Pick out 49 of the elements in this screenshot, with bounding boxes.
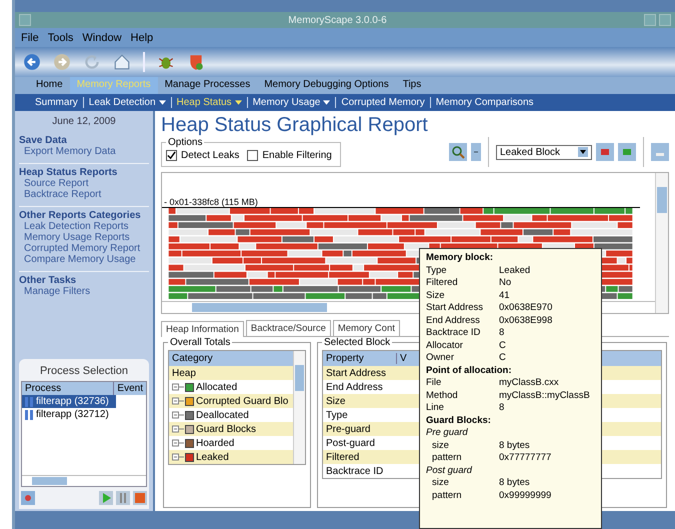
section-heading: Save Data [19,135,68,146]
tooltip-value: No [499,277,512,288]
tooltip-value: C [499,340,506,350]
tooltip-label: size [431,477,450,488]
tooltip-value: myClassB.cxx [499,377,559,388]
address-range-label: - 0x01-338fc8 (115 MB) [163,197,259,207]
tooltip-label: Allocator [426,340,464,350]
section-heading: Other Reports Categories [19,210,142,221]
tooltip-heading: Memory block: [426,252,494,263]
tooltip-label: pattern [431,490,463,500]
section-heading: Heap Status Reports [19,167,118,178]
group-label: Options [167,137,204,148]
tooltip-label: Type [426,264,448,276]
tooltip-label: pattern [431,452,463,463]
section-heading: Other Tasks [19,275,78,286]
tooltip-label: Start Address [426,302,484,313]
tooltip-value: Leaked [499,264,530,276]
tooltip-value: 8 [499,327,504,338]
date-label: June 12, 2009 [51,116,117,127]
checkbox-label: Enable Filtering [262,150,332,161]
tooltip-value: 0x0638E970 [499,302,552,313]
tooltip-label: Backtrace ID [426,327,482,338]
checkbox-label: Detect Leaks [181,150,240,161]
tooltip-value: 0x77777777 [499,452,552,463]
group-label: Overall Totals [169,337,232,348]
group-label: Selected Block [323,337,392,348]
panel-title: Process Selection [38,365,130,377]
tooltip-label: Owner [426,352,455,363]
tooltip-heading: Guard Blocks: [426,414,492,426]
tooltip-value: 41 [499,290,510,300]
tooltip-label: End Address [426,314,481,326]
tooltip-label: File [426,377,442,388]
report-title: Heap Status Graphical Report [161,114,429,137]
tooltip-label: Line [426,402,445,413]
tooltip-value: 0x0638E998 [499,314,552,326]
tooltip-value: myClassB::myClassB [499,390,590,400]
tooltip-value: 8 bytes [499,477,530,488]
tooltip-value: C [499,352,506,363]
window-title: MemoryScape 3.0.0-6 [287,14,388,26]
tooltip-value: 0x99999999 [499,490,552,500]
tooltip-label: Size [426,290,446,300]
tooltip-label: size [431,440,450,450]
tooltip-label: Method [426,390,459,400]
tooltip-value: 8 bytes [499,440,530,450]
tooltip-value: 8 [499,402,504,413]
tooltip-heading: Post guard [426,464,474,476]
tooltip-label: Filtered [426,277,459,288]
tooltip-heading: Point of allocation: [426,364,512,376]
tooltip-heading: Pre guard [426,427,469,438]
